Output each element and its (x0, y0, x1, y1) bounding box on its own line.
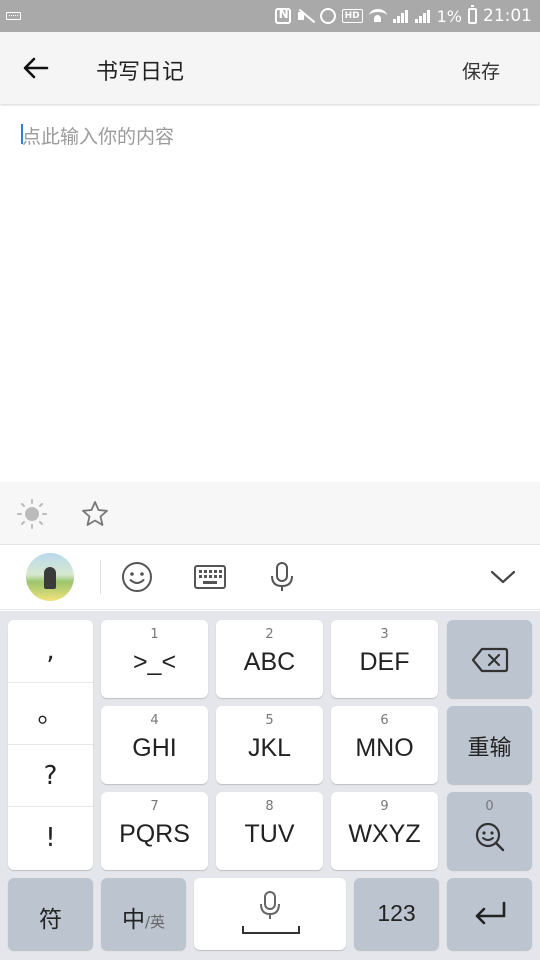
key-label: 符 (39, 907, 62, 933)
alarm-icon (319, 8, 336, 24)
search-emoji-icon (475, 822, 505, 852)
keyboard-icon[interactable] (193, 560, 227, 594)
key-label: 123 (377, 900, 416, 926)
key-label: JKL (247, 734, 292, 762)
key-label: GHI (132, 734, 177, 762)
t9-keyboard: , 。 ? ! 1 >_< 2 ABC 3 DEF 4 GHI 5 JKL 6 … (0, 611, 540, 960)
space-bar-icon (242, 926, 300, 934)
lang-alt: /英 (144, 913, 166, 931)
space-voice-key[interactable] (194, 878, 346, 950)
page-title: 书写日记 (96, 60, 185, 85)
punct-key-exclamation[interactable]: ! (8, 806, 93, 868)
key-2[interactable]: 2 ABC (216, 620, 323, 698)
nfc-icon (274, 7, 291, 24)
key-0-emoticon[interactable]: 0 (447, 792, 532, 870)
arrow-left-icon (23, 57, 49, 79)
key-label: PQRS (119, 820, 190, 848)
key-5[interactable]: 5 JKL (216, 706, 323, 784)
key-number: 6 (380, 713, 389, 728)
retype-key[interactable]: 重输 (447, 706, 532, 784)
editor-placeholder: 点此输入你的内容 (22, 126, 175, 148)
numbers-key[interactable]: 123 (354, 878, 439, 950)
backspace-icon (471, 647, 509, 673)
key-label: WXYZ (348, 820, 421, 848)
backspace-key[interactable] (447, 620, 532, 698)
key-number: 3 (380, 627, 389, 642)
key-number: 2 (265, 627, 274, 642)
key-number: 4 (150, 713, 159, 728)
key-7[interactable]: 7 PQRS (101, 792, 208, 870)
microphone-icon (260, 891, 280, 919)
key-number: 9 (380, 799, 389, 814)
status-bar: HD 1% 21:01 (0, 0, 540, 32)
weather-sun-icon[interactable] (16, 498, 48, 530)
punct-key-question[interactable]: ? (8, 744, 93, 806)
key-8[interactable]: 8 TUV (216, 792, 323, 870)
symbols-key[interactable]: 符 (8, 878, 93, 950)
key-number: 0 (485, 799, 494, 814)
keyboard-toolbar (0, 546, 540, 610)
clock: 21:01 (483, 6, 532, 26)
battery-icon (468, 5, 477, 24)
key-number: 8 (265, 799, 274, 814)
diary-editor[interactable]: 点此输入你的内容 (0, 106, 540, 482)
emoji-icon[interactable] (120, 560, 154, 594)
key-number: 7 (150, 799, 159, 814)
hd-icon: HD (341, 9, 363, 23)
language-switch-key[interactable]: 中/英 (101, 878, 186, 950)
key-3[interactable]: 3 DEF (331, 620, 438, 698)
mute-icon (297, 8, 314, 24)
key-1[interactable]: 1 >_< (101, 620, 208, 698)
diary-attribute-toolbar (0, 482, 540, 545)
key-number: 1 (150, 627, 159, 642)
star-outline-icon[interactable] (79, 498, 111, 530)
punct-key-comma[interactable]: , (8, 620, 93, 682)
signal-4g-icon (392, 9, 409, 23)
microphone-icon[interactable] (265, 560, 299, 594)
enter-icon (475, 901, 506, 925)
save-button[interactable]: 保存 (462, 57, 500, 84)
key-label: TUV (244, 820, 295, 848)
key-4[interactable]: 4 GHI (101, 706, 208, 784)
avatar[interactable] (26, 553, 74, 601)
key-label: >_< (132, 648, 177, 676)
lang-main: 中 (121, 907, 145, 933)
punctuation-column: , 。 ? ! (8, 620, 93, 870)
wifi-icon (368, 9, 387, 23)
keyboard-mini-icon (6, 12, 21, 20)
enter-key[interactable] (447, 878, 532, 950)
back-button[interactable] (14, 48, 58, 88)
key-label: 中/英 (101, 900, 186, 934)
battery-percent: 1% (436, 6, 462, 26)
toolbar-divider (100, 560, 101, 594)
key-label: MNO (355, 734, 414, 762)
signal-e-icon (414, 9, 431, 23)
chevron-down-icon[interactable] (486, 560, 520, 594)
key-9[interactable]: 9 WXYZ (331, 792, 438, 870)
app-bar: 书写日记 保存 (0, 32, 540, 104)
key-label: ABC (243, 648, 296, 676)
key-label: DEF (359, 648, 410, 676)
key-6[interactable]: 6 MNO (331, 706, 438, 784)
key-number: 5 (265, 713, 274, 728)
punct-key-period[interactable]: 。 (8, 682, 93, 744)
key-label: 重输 (467, 736, 512, 761)
status-icons: HD 1% 21:01 (274, 5, 532, 27)
